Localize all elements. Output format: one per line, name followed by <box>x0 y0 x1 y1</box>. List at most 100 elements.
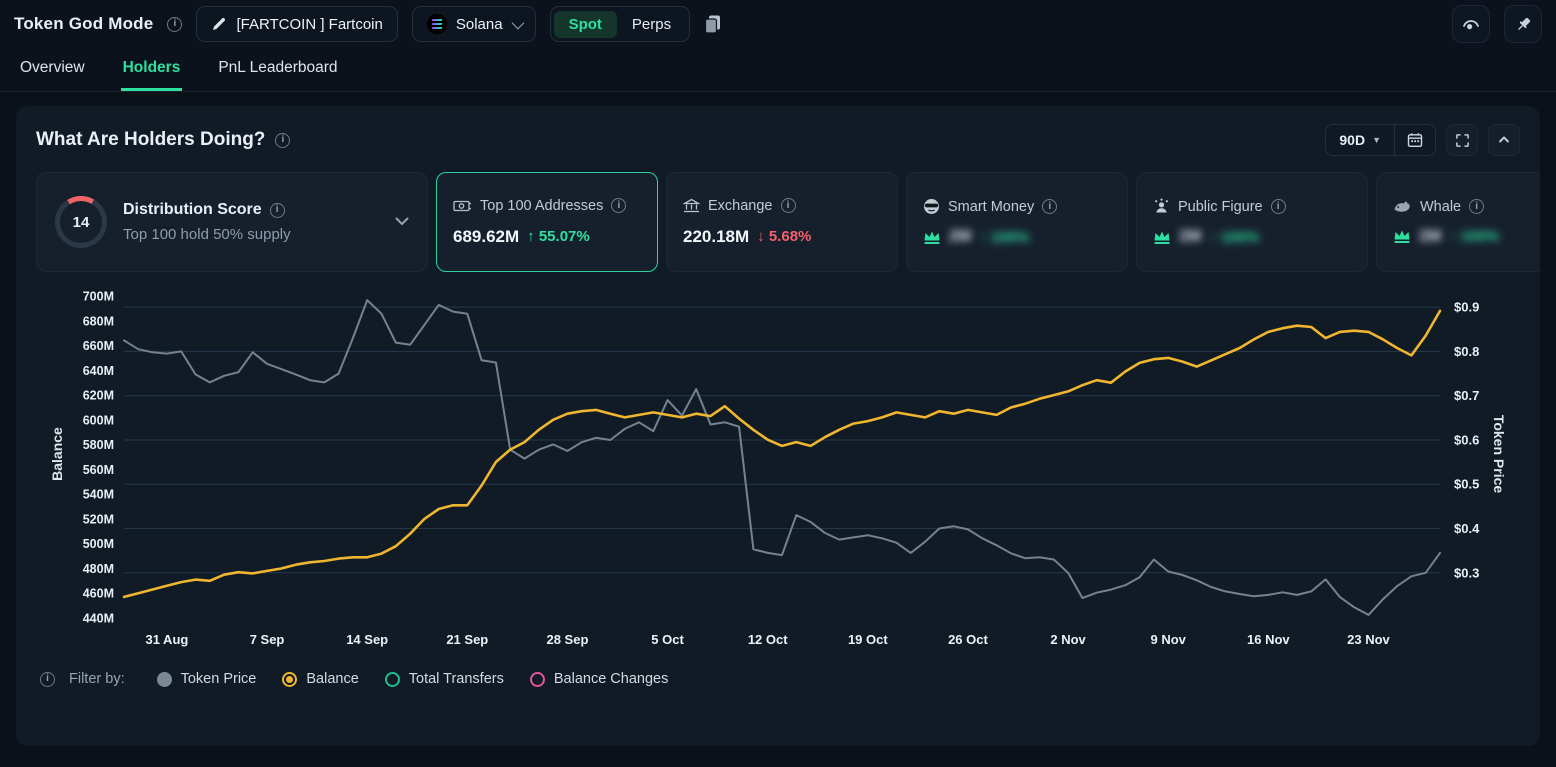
calendar-icon <box>1407 132 1423 148</box>
panel-title: What Are Holders Doing? <box>36 129 265 151</box>
svg-text:5 Oct: 5 Oct <box>651 632 684 647</box>
svg-text:660M: 660M <box>83 339 114 353</box>
svg-text:$0.9: $0.9 <box>1454 300 1479 315</box>
svg-text:31 Aug: 31 Aug <box>145 632 188 647</box>
svg-text:$0.3: $0.3 <box>1454 565 1479 580</box>
svg-text:520M: 520M <box>83 512 114 526</box>
distribution-score-info-icon[interactable]: i <box>270 203 285 218</box>
svg-text:$0.4: $0.4 <box>1454 521 1480 536</box>
svg-text:640M: 640M <box>83 364 114 378</box>
copy-button[interactable] <box>704 14 722 34</box>
holders-chart-svg[interactable]: $0.9$0.8$0.7$0.6$0.5$0.4$0.3700M680M660M… <box>56 288 1506 650</box>
crown-icon <box>1393 229 1411 244</box>
chain-selector[interactable]: Solana <box>412 6 536 42</box>
smart-money-icon <box>923 198 940 215</box>
topbar: Token God Mode i [FARTCOIN ] Fartcoin So… <box>0 0 1556 48</box>
card-top-100-addresses[interactable]: Top 100 Addresses i 689.62M ↑ 55.07% <box>436 172 658 272</box>
page-title-info-icon[interactable]: i <box>167 17 182 32</box>
legend-balance-changes[interactable]: Balance Changes <box>530 671 668 687</box>
legend-label: Token Price <box>181 671 257 687</box>
range-selector-button[interactable]: 90D ▼ <box>1326 125 1394 155</box>
whale-value-masked: 2M <box>1419 228 1441 246</box>
chevron-down-icon <box>511 16 524 29</box>
legend-balance[interactable]: Balance <box>282 671 358 687</box>
top-100-change: ↑ 55.07% <box>527 228 590 245</box>
svg-text:560M: 560M <box>83 463 114 477</box>
svg-text:580M: 580M <box>83 438 114 452</box>
smart-money-info-icon[interactable]: i <box>1042 199 1057 214</box>
whale-info-icon[interactable]: i <box>1469 199 1484 214</box>
right-axis-title: Token Price <box>1491 415 1507 493</box>
range-label: 90D <box>1339 132 1365 148</box>
svg-text:14 Sep: 14 Sep <box>346 632 388 647</box>
panel-title-info-icon[interactable]: i <box>275 133 290 148</box>
distribution-score-subtitle: Top 100 hold 50% supply <box>123 226 291 243</box>
svg-text:500M: 500M <box>83 537 114 551</box>
token-price-swatch-icon <box>157 672 172 687</box>
svg-text:$0.7: $0.7 <box>1454 388 1479 403</box>
page-title: Token God Mode <box>14 14 153 34</box>
chevron-down-icon[interactable] <box>395 213 409 231</box>
exchange-value: 220.18M <box>683 227 749 247</box>
exchange-info-icon[interactable]: i <box>781 198 796 213</box>
total-transfers-swatch-icon <box>385 672 400 687</box>
watchlist-icon <box>1461 15 1481 33</box>
holder-category-cards: 14 Distribution Score i Top 100 hold 50%… <box>36 172 1540 272</box>
section-tabs: Overview Holders PnL Leaderboard <box>0 48 1556 92</box>
top-100-info-icon[interactable]: i <box>611 198 626 213</box>
pin-button[interactable] <box>1504 5 1542 43</box>
whale-change-masked: ↑ 100% <box>1449 228 1499 245</box>
calendar-button[interactable] <box>1395 125 1435 155</box>
card-title: Whale <box>1420 199 1461 215</box>
chevron-up-icon <box>1497 133 1511 147</box>
left-axis-title: Balance <box>49 427 65 481</box>
svg-text:16 Nov: 16 Nov <box>1247 632 1290 647</box>
card-title: Exchange <box>708 198 773 214</box>
card-public-figure[interactable]: Public Figure i 2M ↑ 100% <box>1136 172 1368 272</box>
distribution-score-gauge: 14 <box>55 196 107 248</box>
svg-text:$0.8: $0.8 <box>1454 344 1479 359</box>
legend-total-transfers[interactable]: Total Transfers <box>385 671 504 687</box>
svg-text:7 Sep: 7 Sep <box>250 632 285 647</box>
public-figure-change-masked: ↑ 100% <box>1209 229 1259 246</box>
token-name-label: [FARTCOIN ] Fartcoin <box>236 16 382 33</box>
market-type-toggle: Spot Perps <box>550 6 691 42</box>
svg-text:$0.6: $0.6 <box>1454 432 1479 447</box>
public-figure-icon <box>1153 198 1170 215</box>
smart-money-change-masked: ↑ 100% <box>979 229 1029 246</box>
token-name-box[interactable]: [FARTCOIN ] Fartcoin <box>196 6 397 42</box>
svg-text:21 Sep: 21 Sep <box>446 632 488 647</box>
fullscreen-button[interactable] <box>1446 124 1478 156</box>
top-100-value: 689.62M <box>453 227 519 247</box>
svg-text:26 Oct: 26 Oct <box>948 632 988 647</box>
svg-text:23 Nov: 23 Nov <box>1347 632 1390 647</box>
watchlist-button[interactable] <box>1452 5 1490 43</box>
svg-text:600M: 600M <box>83 413 114 427</box>
filter-info-icon[interactable]: i <box>40 672 55 687</box>
tab-overview[interactable]: Overview <box>18 48 87 91</box>
card-title: Top 100 Addresses <box>480 198 603 214</box>
card-smart-money[interactable]: Smart Money i 2M ↑ 100% <box>906 172 1128 272</box>
distribution-score-value: 14 <box>60 201 102 243</box>
svg-text:9 Nov: 9 Nov <box>1151 632 1187 647</box>
balance-swatch-icon <box>282 672 297 687</box>
card-exchange[interactable]: Exchange i 220.18M ↓ 5.68% <box>666 172 898 272</box>
legend-label: Total Transfers <box>409 671 504 687</box>
tab-holders[interactable]: Holders <box>121 48 183 91</box>
svg-text:540M: 540M <box>83 488 114 502</box>
perps-tab[interactable]: Perps <box>617 11 686 38</box>
public-figure-info-icon[interactable]: i <box>1271 199 1286 214</box>
holders-chart-area: Balance Token Price $0.9$0.8$0.7$0.6$0.5… <box>36 288 1520 655</box>
collapse-button[interactable] <box>1488 124 1520 156</box>
legend-token-price[interactable]: Token Price <box>157 671 257 687</box>
card-distribution-score[interactable]: 14 Distribution Score i Top 100 hold 50%… <box>36 172 428 272</box>
svg-text:680M: 680M <box>83 314 114 328</box>
legend-label: Balance Changes <box>554 671 668 687</box>
exchange-change: ↓ 5.68% <box>757 228 811 245</box>
card-whale[interactable]: Whale i 2M ↑ 100% <box>1376 172 1540 272</box>
chain-label: Solana <box>456 16 503 33</box>
spot-tab[interactable]: Spot <box>554 11 617 38</box>
card-title: Public Figure <box>1178 199 1263 215</box>
svg-text:620M: 620M <box>83 389 114 403</box>
tab-pnl-leaderboard[interactable]: PnL Leaderboard <box>216 48 339 91</box>
